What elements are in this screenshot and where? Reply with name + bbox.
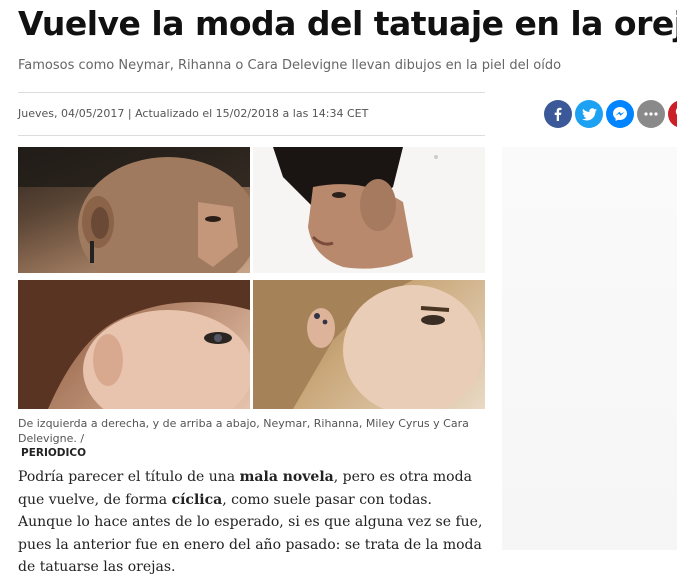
photo-cara-delevingne — [253, 280, 485, 409]
share-twitter-button[interactable] — [575, 100, 603, 128]
twitter-icon — [581, 107, 597, 120]
photo-caption: De izquierda a derecha, y de arriba a ab… — [18, 416, 485, 461]
caption-text: De izquierda a derecha, y de arriba a ab… — [18, 417, 469, 445]
body-text-1: Podría parecer el título de una — [18, 469, 240, 485]
messenger-icon — [613, 107, 627, 121]
share-messenger-button[interactable] — [606, 100, 634, 128]
facebook-icon — [554, 107, 562, 121]
share-bar — [544, 100, 677, 128]
photo-rihanna — [253, 147, 485, 273]
share-more-button[interactable] — [637, 100, 665, 128]
sidebar-ad — [502, 147, 677, 550]
photo-collage — [18, 147, 485, 409]
article-body: Podría parecer el título de una mala nov… — [18, 466, 488, 579]
subheadline: Famosos como Neymar, Rihanna o Cara Dele… — [18, 58, 562, 73]
body-bold-1: mala novela — [239, 469, 334, 485]
share-facebook-button[interactable] — [544, 100, 572, 128]
photo-credit: PERIODICO — [21, 447, 87, 459]
more-icon — [644, 112, 658, 116]
photo-miley-cyrus — [18, 280, 250, 409]
divider-top — [18, 92, 485, 93]
photo-neymar — [18, 147, 250, 273]
headline: Vuelve la moda del tatuaje en la oreja — [18, 4, 677, 43]
body-bold-2: cíclica — [171, 491, 223, 508]
share-pinterest-button[interactable] — [668, 100, 677, 128]
divider-bottom — [18, 135, 485, 136]
date-line: Jueves, 04/05/2017 | Actualizado el 15/0… — [18, 107, 369, 120]
